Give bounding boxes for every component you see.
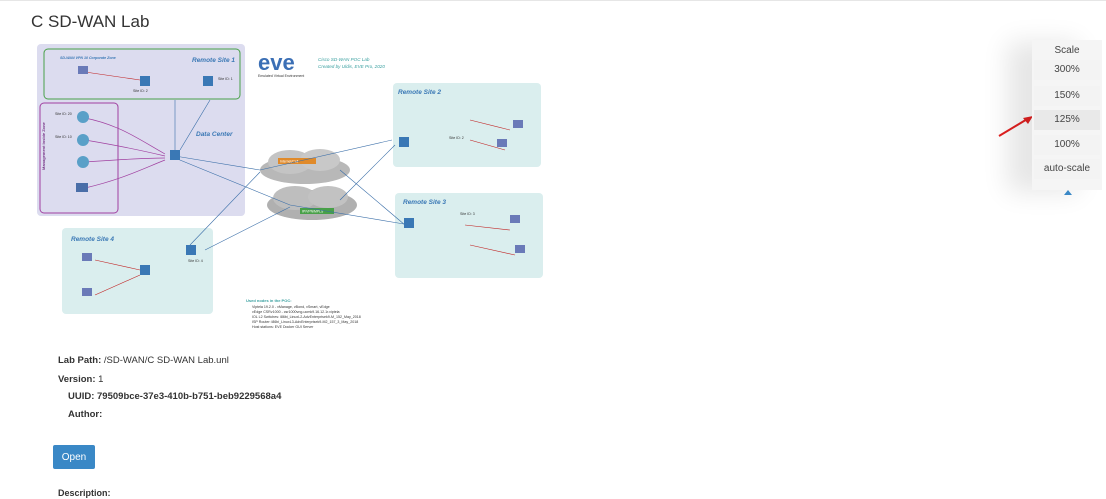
pointer-arrow-icon [998,116,1033,137]
remote-site-4-label: Remote Site 4 [71,236,114,243]
scale-option-300[interactable]: 300% [1034,60,1100,80]
caption-line-1: Cisco SD-WAN POC Lab [318,57,370,62]
scale-menu: Scale 300% 150% 125% 100% auto-scale [1032,40,1102,190]
note-3: IOL L2 Switches: i86bi_LinuxL2-AdvEnterp… [252,315,361,319]
mpls-cloud-icon [267,186,357,220]
scale-title: Scale [1054,45,1080,56]
site-id-20: Site ID: 20 [55,112,72,116]
site-id-1: Site ID: 1 [218,77,233,81]
data-center-panel [37,44,245,216]
data-center-label: Data Center [196,131,233,138]
lab-description: Description: [58,488,111,498]
lab-uuid: UUID: 79509bce-37e3-410b-b751-beb9229568… [68,391,282,402]
caption-line-2: Created by Uldis, EVE Pro, 2020 [318,64,385,69]
remote-site-1-label: Remote Site 1 [192,57,235,64]
management-zone-label: Management Inside Zone [41,121,46,170]
lab-path: Lab Path: /SD-WAN/C SD-WAN Lab.unl [58,355,229,366]
site-id-4: Site ID: 4 [188,259,203,263]
remote-site-2-label: Remote Site 2 [398,89,441,96]
lab-path-value: /SD-WAN/C SD-WAN Lab.unl [101,355,229,366]
note-4: ISP Router: i86bi_LinuxL3-AdvEnterprisek… [252,320,358,324]
lab-author: Author: [68,409,103,420]
scale-option-100[interactable]: 100% [1034,135,1100,155]
scale-option-auto[interactable]: auto-scale [1034,159,1100,179]
note-5: Host stations: EVE Docker GUI Server [252,325,314,329]
site-id-10: Site ID: 10 [55,135,72,139]
lab-topology-diagram[interactable]: SD-WAN VPN 10 Corporate Zone Management … [0,0,1106,330]
corporate-zone-label: SD-WAN VPN 10 Corporate Zone [60,56,116,60]
open-button[interactable]: Open [53,445,95,469]
remote-site-3-label: Remote Site 3 [403,199,446,206]
scale-option-125[interactable]: 125% [1034,110,1100,130]
internet-cloud-icon [260,149,350,184]
note-1: Viptela 19.2.0 - vManage, vBond, vSmart,… [252,305,330,309]
site-id-2: Site ID: 2 [133,89,148,93]
scale-option-150[interactable]: 150% [1034,86,1100,106]
eve-logo: eve [258,50,295,75]
scale-collapse-caret-icon[interactable] [1064,190,1072,195]
internet-label: Internet/Cell [280,160,299,164]
version-label: Version: [58,374,96,385]
note-2: vEdge CSRv1000 - csr1000vng-ucmk9.16.12.… [252,310,340,314]
lab-version: Version: 1 [58,374,103,385]
notes-title: Used nodes in the POC: [246,298,292,303]
site-id-3: Site ID: 3 [460,212,475,216]
site-id-2b: Site ID: 2 [449,136,464,140]
eve-logo-subtitle: Emulated Virtual Environment [258,74,304,78]
lab-path-label: Lab Path: [58,355,102,366]
version-value: 1 [95,374,104,385]
